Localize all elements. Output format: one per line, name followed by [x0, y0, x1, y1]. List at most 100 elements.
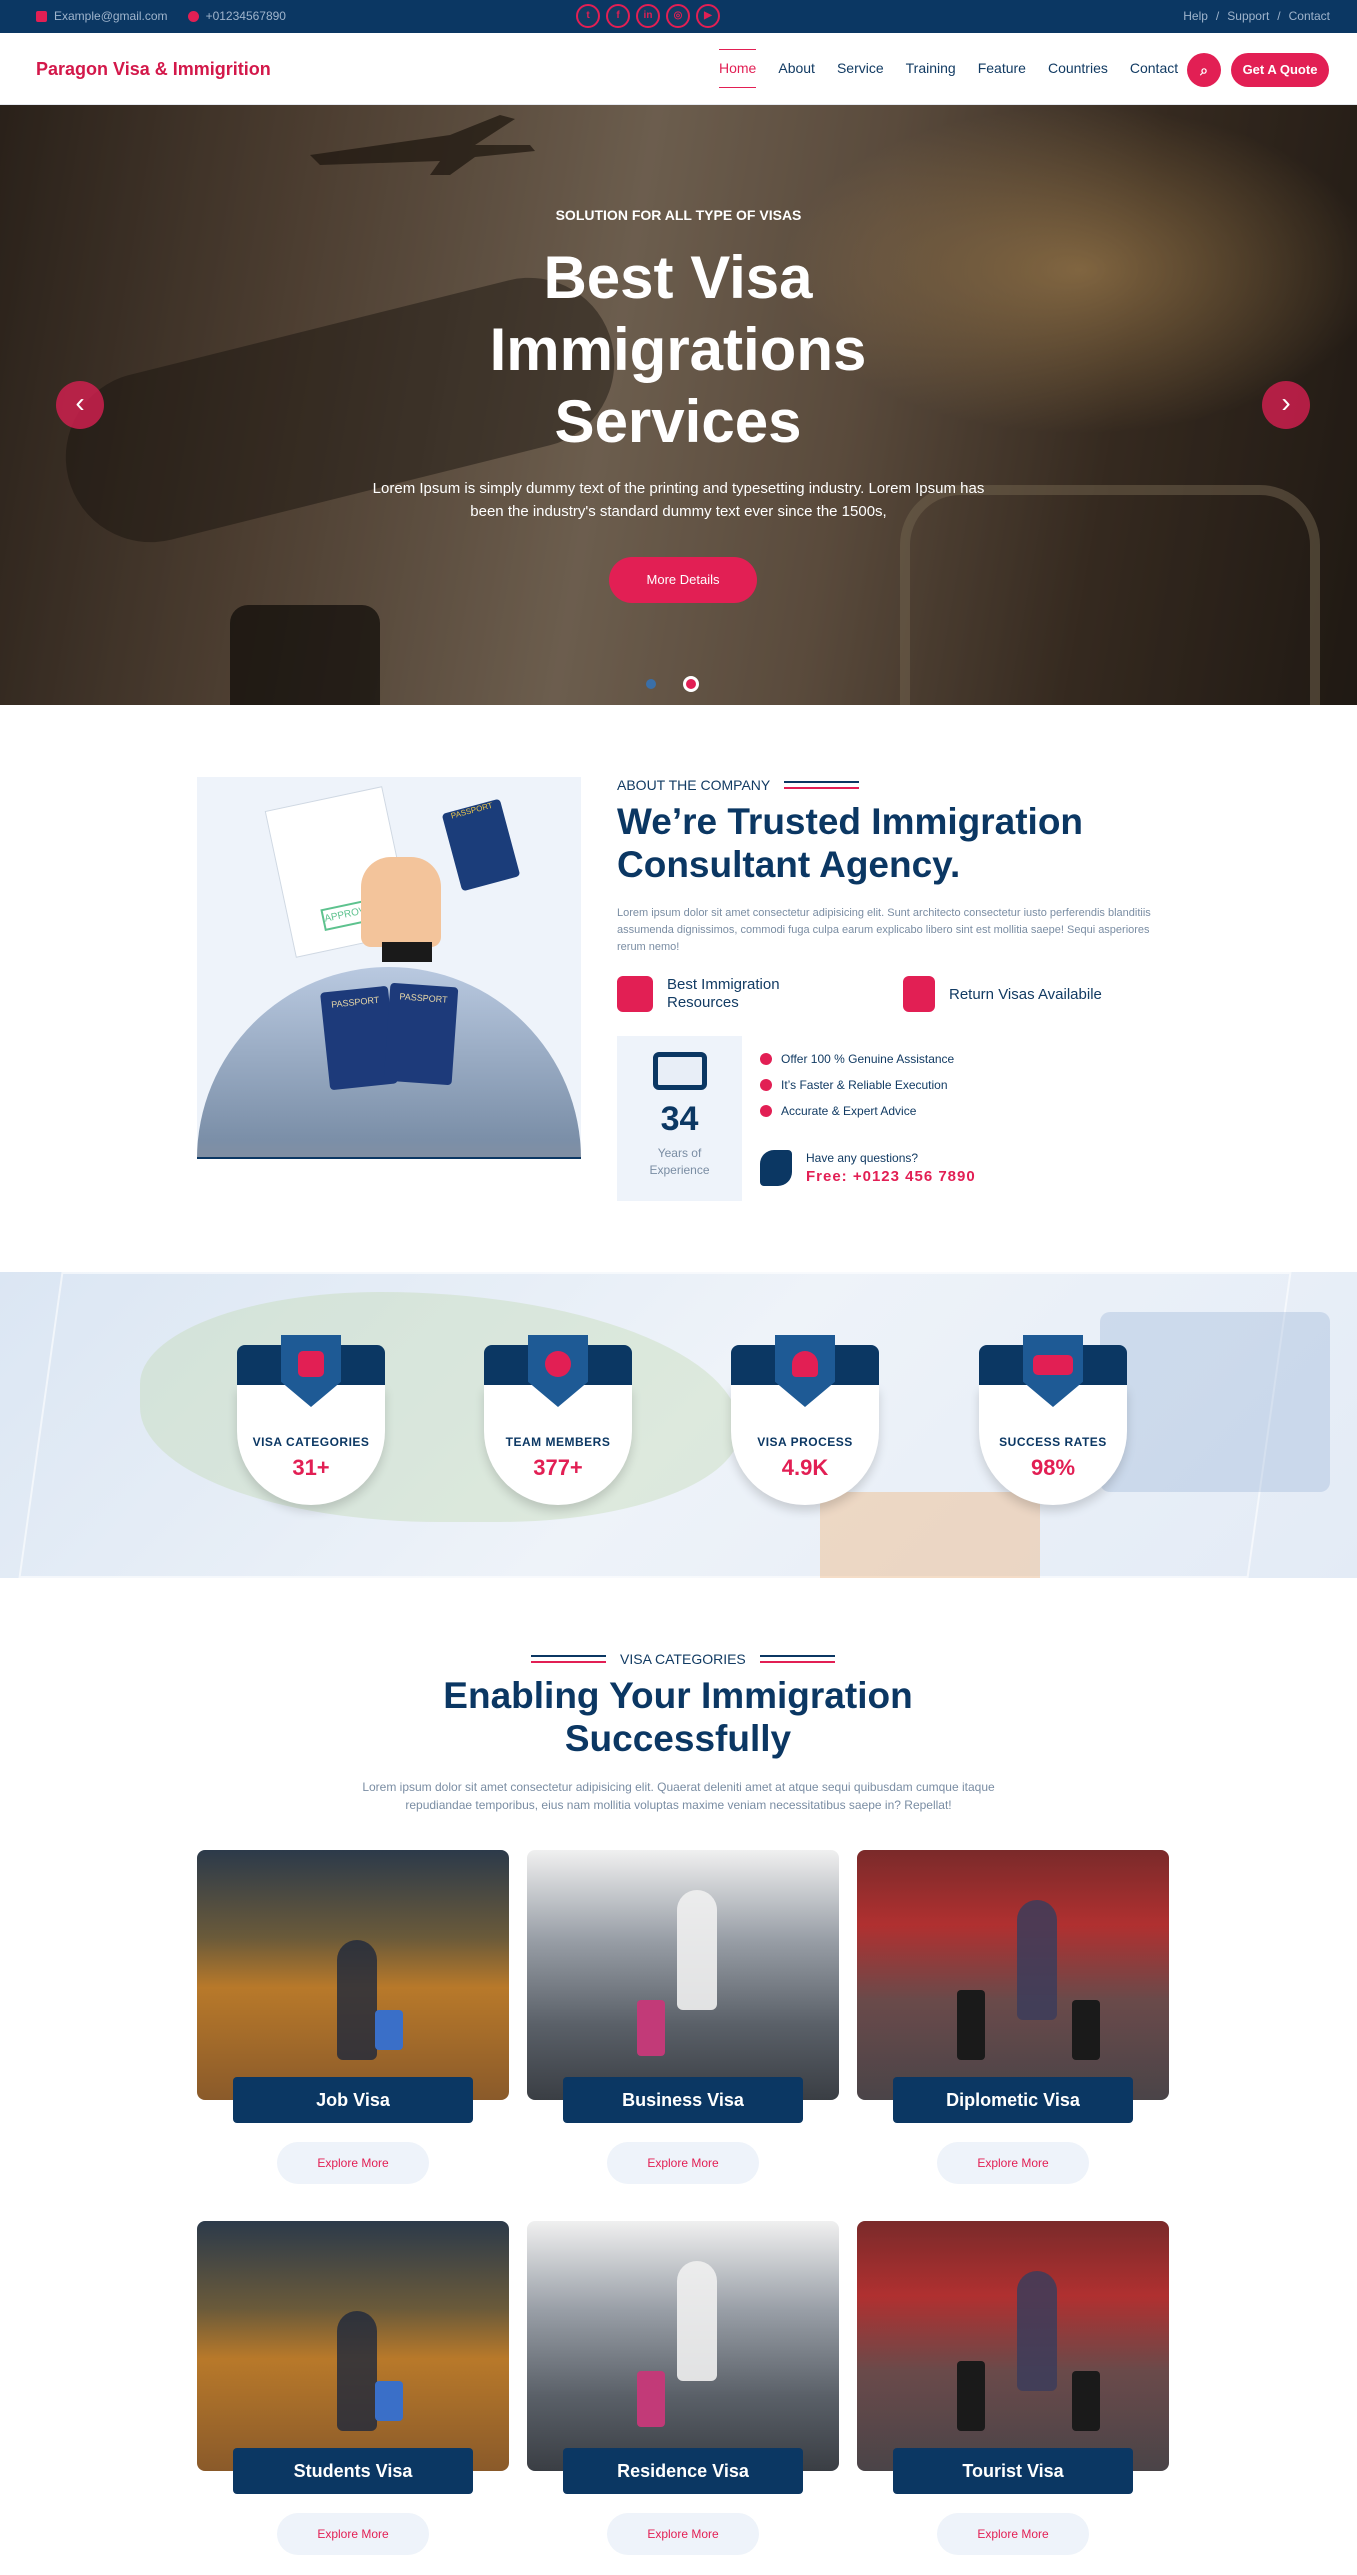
support-link[interactable]: Support: [1227, 9, 1269, 23]
visa-card-title[interactable]: Diplometic Visa: [893, 2077, 1133, 2123]
visa-section-text: Lorem ipsum dolor sit amet consectetur a…: [362, 1780, 995, 1812]
handshake-icon: [1033, 1355, 1073, 1375]
more-details-button[interactable]: More Details: [609, 557, 757, 603]
visa-card-title[interactable]: Business Visa: [563, 2077, 803, 2123]
search-button[interactable]: ⌕: [1187, 53, 1221, 87]
nav-training[interactable]: Training: [906, 60, 956, 76]
hand-stamp-graphic: [361, 857, 441, 947]
chevron-left-icon: ‹: [75, 387, 85, 418]
slider-next-button[interactable]: ›: [1262, 381, 1310, 429]
stat-label: VISA CATEGORIES: [252, 1435, 370, 1449]
passport-icon: PASSPORT: [441, 798, 521, 892]
social-links: t f in ◎ ▶: [576, 4, 720, 28]
visa-card-image[interactable]: [527, 1850, 839, 2100]
twitter-icon[interactable]: t: [576, 4, 600, 28]
visa-card-image[interactable]: [857, 1850, 1169, 2100]
visa-card-title[interactable]: Students Visa: [233, 2448, 473, 2494]
visa-card-image[interactable]: [197, 1850, 509, 2100]
check-item: It’s Faster & Reliable Execution: [760, 1072, 954, 1098]
phone-icon: [187, 10, 199, 22]
experience-years: 34: [660, 1100, 699, 1138]
visa-card-image[interactable]: [197, 2221, 509, 2471]
visa-card-image[interactable]: [857, 2221, 1169, 2471]
check-text: Offer 100 % Genuine Assistance: [781, 1052, 955, 1066]
suitcase-shape: [637, 2371, 665, 2427]
nav-service[interactable]: Service: [837, 60, 884, 76]
slider-dot-active[interactable]: [686, 679, 696, 689]
traveler-figure: [1017, 2271, 1057, 2391]
nav-countries[interactable]: Countries: [1048, 60, 1108, 76]
suitcase-shape: [375, 2010, 403, 2050]
hero-slider: SOLUTION FOR ALL TYPE OF VISAS Best Visa…: [0, 105, 1357, 705]
explore-more-button[interactable]: Explore More: [607, 2513, 759, 2555]
suitcase-shape: [957, 2361, 985, 2431]
separator: /: [1277, 9, 1281, 23]
passport-text: PASSPORT: [330, 994, 380, 1010]
explore-more-button[interactable]: Explore More: [937, 2513, 1089, 2555]
slider-dot[interactable]: [646, 679, 656, 689]
contact-link[interactable]: Contact: [1289, 9, 1330, 23]
stat-card-visa-categories: VISA CATEGORIES 31+: [237, 1335, 385, 1505]
stat-value: 4.9K: [781, 1455, 829, 1480]
check-text: Accurate & Expert Advice: [781, 1104, 917, 1118]
visa-card-title[interactable]: Residence Visa: [563, 2448, 803, 2494]
traveler-figure: [337, 2311, 377, 2431]
passport-text: PASSPORT: [449, 800, 494, 821]
check-list: Offer 100 % Genuine Assistance It’s Fast…: [760, 1046, 954, 1124]
stat-label: SUCCESS RATES: [999, 1435, 1107, 1449]
user-check-icon: [792, 1351, 818, 1377]
top-links: Help / Support / Contact: [1183, 9, 1330, 23]
email-text: Example@gmail.com: [54, 9, 168, 23]
explore-more-button[interactable]: Explore More: [277, 2142, 429, 2184]
stat-value: 377+: [533, 1455, 583, 1480]
chevron-right-icon: ›: [1281, 387, 1291, 418]
instagram-icon[interactable]: ◎: [666, 4, 690, 28]
visa-label-text: VISA CATEGORIES: [620, 1651, 746, 1667]
slider-prev-button[interactable]: ‹: [56, 381, 104, 429]
phone-call-icon: [760, 1150, 792, 1186]
nav-contact[interactable]: Contact: [1130, 60, 1178, 76]
explore-more-button[interactable]: Explore More: [607, 2142, 759, 2184]
check-circle-icon: [760, 1053, 772, 1065]
feature-return-visas: Return Visas Availabile: [903, 976, 1102, 1012]
main-navbar: Paragon Visa & Immigrition Home About Se…: [0, 33, 1357, 105]
linkedin-icon[interactable]: in: [636, 4, 660, 28]
get-quote-button[interactable]: Get A Quote: [1231, 53, 1329, 87]
sleeve-graphic: [382, 942, 432, 962]
nav-home[interactable]: Home: [719, 49, 757, 88]
suitcase-shape: [1072, 2000, 1100, 2060]
phone-number-link[interactable]: Free: +0123 456 7890: [806, 1168, 976, 1185]
about-title: We’re Trusted Immigration Consultant Age…: [617, 801, 1084, 885]
top-bar: Example@gmail.com +01234567890 t f in ◎ …: [0, 0, 1357, 33]
hero-text: Lorem Ipsum is simply dummy text of the …: [372, 480, 985, 520]
bg-shape: [1100, 1312, 1330, 1492]
feature-resources: Best Immigration Resources: [617, 976, 797, 1012]
youtube-icon[interactable]: ▶: [696, 4, 720, 28]
feature-resources-text: Best Immigration Resources: [667, 976, 780, 1011]
visa-card-title[interactable]: Job Visa: [233, 2077, 473, 2123]
search-icon: ⌕: [1200, 62, 1208, 78]
nav-about[interactable]: About: [778, 60, 815, 76]
visa-section-title: Enabling Your Immigration Successfully: [443, 1675, 913, 1759]
explore-more-button[interactable]: Explore More: [937, 2142, 1089, 2184]
about-section-label: ABOUT THE COMPANY: [617, 777, 860, 793]
suitcase-shape: [637, 2000, 665, 2056]
suitcase-shape: [375, 2381, 403, 2421]
nav-feature[interactable]: Feature: [978, 60, 1026, 76]
suitcase-shape: [957, 1990, 985, 2060]
visa-card-title[interactable]: Tourist Visa: [893, 2448, 1133, 2494]
ticket-icon: [652, 1052, 707, 1090]
question-text: Have any questions?: [806, 1151, 919, 1165]
email-info[interactable]: Example@gmail.com: [36, 9, 168, 23]
contact-phone: Have any questions? Free: +0123 456 7890: [760, 1150, 976, 1186]
visa-card-image[interactable]: [527, 2221, 839, 2471]
about-label-text: ABOUT THE COMPANY: [617, 777, 771, 793]
site-logo[interactable]: Paragon Visa & Immigrition: [36, 59, 271, 80]
explore-more-button[interactable]: Explore More: [277, 2513, 429, 2555]
phone-info[interactable]: +01234567890: [187, 9, 286, 23]
facebook-icon[interactable]: f: [606, 4, 630, 28]
separator: /: [1215, 9, 1220, 23]
stat-card-team-members: TEAM MEMBERS 377+: [484, 1335, 632, 1505]
about-text: Lorem ipsum dolor sit amet consectetur a…: [617, 907, 1151, 953]
help-link[interactable]: Help: [1183, 9, 1208, 23]
